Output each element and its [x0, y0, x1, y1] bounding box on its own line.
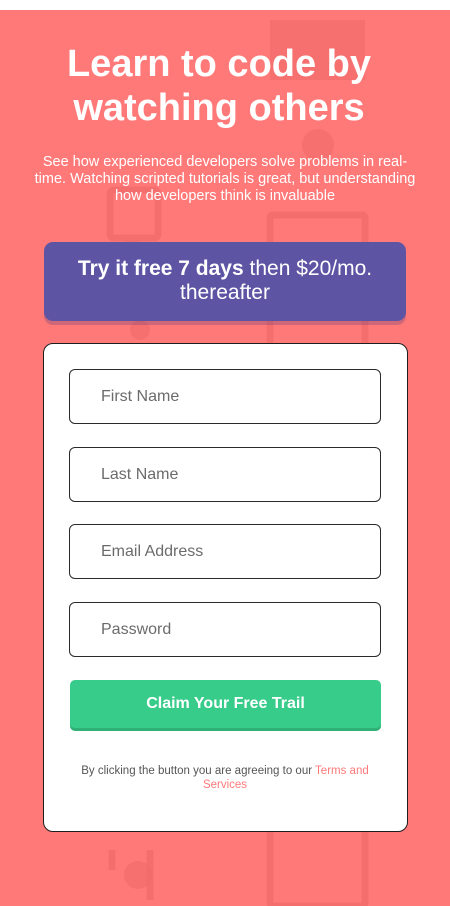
first-name-field[interactable] — [69, 369, 381, 424]
page-subtitle: See how experienced developers solve pro… — [34, 154, 416, 204]
page-background: Learn to code by watching others See how… — [0, 10, 450, 906]
page-title-line1: Learn to code by — [66, 43, 372, 85]
password-field[interactable] — [69, 602, 381, 657]
terms-notice: By clicking the button you are agreeing … — [64, 764, 386, 792]
trial-banner: Try it free 7 days then $20/mo. thereaft… — [44, 242, 406, 321]
claim-free-trial-button[interactable]: Claim Your Free Trail — [70, 680, 381, 728]
email-field[interactable] — [69, 524, 381, 579]
page-title: Learn to code by watching others — [0, 42, 438, 130]
last-name-field[interactable] — [69, 447, 381, 502]
signup-form-card: Claim Your Free Trail By clicking the bu… — [43, 343, 408, 832]
trial-banner-bold: Try it free 7 days — [77, 257, 244, 280]
terms-prefix: By clicking the button you are agreeing … — [81, 765, 316, 777]
page-title-line2: watching others — [73, 87, 365, 129]
